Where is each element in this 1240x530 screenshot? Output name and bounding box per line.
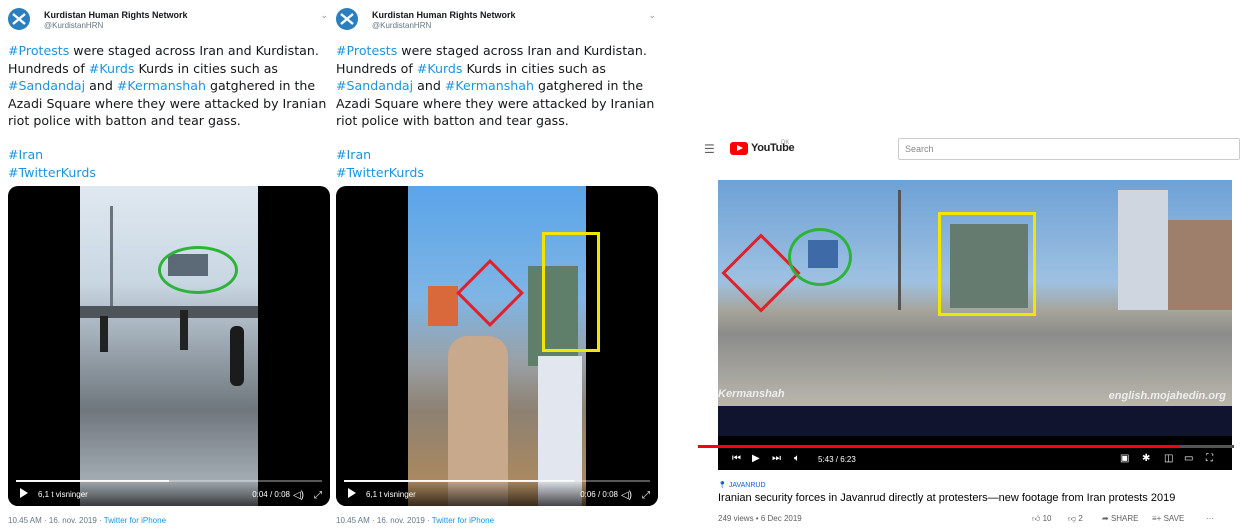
account-avatar[interactable] (336, 8, 358, 30)
dislike-count: 2 (1078, 514, 1083, 523)
volume-icon[interactable]: 🔈︎ (794, 453, 800, 464)
tweet-text-segment: Kurds in cities such as (134, 60, 278, 76)
tweet-card-2: Kurdistan Human Rights Network @Kurdista… (332, 0, 662, 530)
account-avatar[interactable] (8, 8, 30, 30)
fullscreen-icon[interactable]: ⛶ (1206, 453, 1213, 464)
youtube-video-player[interactable] (718, 180, 1232, 470)
video-meta: 249 views • 6 Dec 2019 (718, 514, 802, 523)
video-views: 6,1 t visninger (38, 490, 88, 499)
video-player[interactable]: 6,1 t visninger 0:06 / 0:08 ◁) ⤢ (336, 186, 658, 506)
volume-icon[interactable]: ◁) (293, 490, 304, 501)
youtube-top-bar: ☰ YouTube DK Search (692, 138, 1240, 160)
caption-band (718, 406, 1232, 436)
captions-icon[interactable]: ▣ (1120, 453, 1129, 464)
hashtag-link[interactable]: #Kermanshah (117, 78, 206, 93)
dislike-button[interactable]: 👎︎ 2 (1068, 514, 1083, 524)
share-icon: ➦ (1102, 514, 1109, 523)
tweet-text: #Protests were staged across Iran and Ku… (8, 42, 338, 130)
tweet-timestamp[interactable]: 10.45 AM · 16. nov. 2019 · (8, 516, 104, 525)
share-button[interactable]: ➦ SHARE (1102, 514, 1139, 523)
search-input[interactable]: Search (898, 138, 1240, 160)
hashtag-link[interactable]: #Protests (336, 43, 397, 58)
previous-icon[interactable]: ⏮ (732, 453, 741, 464)
like-count: 10 (1042, 514, 1052, 523)
like-button[interactable]: 👍︎ 10 (1032, 514, 1052, 524)
share-label: SHARE (1110, 514, 1139, 523)
menu-icon[interactable]: ☰ (704, 142, 715, 156)
tweet-timestamp[interactable]: 10.45 AM · 16. nov. 2019 · (336, 516, 432, 525)
tweet-hashtags: #Iran #TwitterKurds (8, 146, 96, 181)
tweet-header: Kurdistan Human Rights Network @Kurdista… (336, 6, 662, 36)
video-time: 5:43 / 6:23 (818, 455, 856, 464)
youtube-page: ☰ YouTube DK Search Kermanshah english.m… (692, 0, 1240, 530)
youtube-progress-bar[interactable] (698, 445, 1234, 448)
play-icon[interactable]: ▶ (752, 453, 760, 464)
volume-icon[interactable]: ◁) (621, 490, 632, 501)
hashtag-link[interactable]: #Iran (336, 146, 424, 164)
thumbs-up-icon: 👍︎ (1032, 514, 1041, 523)
tweet-footer: 10.45 AM · 16. nov. 2019 · Twitter for i… (8, 516, 166, 525)
save-icon: ≡+ (1152, 514, 1162, 523)
account-name[interactable]: Kurdistan Human Rights Network (372, 10, 516, 20)
youtube-logo-icon[interactable] (730, 142, 748, 155)
video-time: 0:04 / 0:08 (252, 490, 290, 499)
tweet-text-segment: and (413, 78, 445, 93)
annotation-yellow-rectangle (938, 212, 1036, 316)
chevron-down-icon[interactable]: ⌄ (320, 10, 328, 21)
overlay-source-label: english.mojahedin.org (1108, 390, 1226, 402)
search-placeholder: Search (905, 144, 934, 154)
more-icon[interactable]: ··· (1206, 514, 1214, 523)
hashtag-link[interactable]: #Sandandaj (8, 78, 85, 93)
thumbs-down-icon: 👎︎ (1068, 514, 1077, 523)
channel-label[interactable]: JAVANRUD (729, 482, 766, 489)
account-handle[interactable]: @KurdistanHRN (372, 21, 431, 30)
next-icon[interactable]: ⏭ (772, 453, 781, 464)
theater-icon[interactable]: ▭ (1184, 453, 1193, 464)
hashtag-link[interactable]: #Sandandaj (336, 78, 413, 93)
play-icon[interactable] (348, 488, 356, 498)
hashtag-link[interactable]: #TwitterKurds (336, 164, 424, 182)
tweet-text-segment: and (85, 78, 117, 93)
video-title: Iranian security forces in Javanrud dire… (718, 492, 1176, 504)
settings-icon[interactable]: ✱ (1142, 453, 1150, 464)
video-time: 0:06 / 0:08 (580, 490, 618, 499)
miniplayer-icon[interactable]: ◫ (1164, 453, 1173, 464)
play-icon[interactable] (20, 488, 28, 498)
expand-icon[interactable]: ⤢ (314, 490, 322, 501)
save-label: SAVE (1163, 514, 1185, 523)
hashtag-link[interactable]: #Protests (8, 43, 69, 58)
overlay-location-label: Kermanshah (718, 388, 785, 400)
video-frame (80, 186, 258, 506)
location-icon: 📍︎ (718, 482, 727, 489)
tweet-source[interactable]: Twitter for iPhone (104, 516, 166, 525)
hashtag-link[interactable]: #Kurds (89, 61, 135, 76)
save-button[interactable]: ≡+ SAVE (1152, 514, 1184, 523)
video-views: 6,1 t visninger (366, 490, 416, 499)
tweet-text: #Protests were staged across Iran and Ku… (336, 42, 666, 130)
hashtag-link[interactable]: #Kurds (417, 61, 463, 76)
tweet-hashtags: #Iran #TwitterKurds (336, 146, 424, 181)
expand-icon[interactable]: ⤢ (642, 490, 650, 501)
tweet-card-1: Kurdistan Human Rights Network @Kurdista… (4, 0, 334, 530)
tweet-footer: 10.45 AM · 16. nov. 2019 · Twitter for i… (336, 516, 494, 525)
region-code: DK (781, 140, 790, 146)
tweet-text-segment: Kurds in cities such as (462, 60, 606, 76)
account-handle[interactable]: @KurdistanHRN (44, 21, 103, 30)
youtube-controls: ⏮ ▶ ⏭ 🔈︎ 5:43 / 6:23 ▣ ✱ ◫ ▭ ⛶ (718, 450, 1232, 470)
annotation-yellow-rectangle (542, 232, 600, 352)
annotation-green-ellipse (158, 246, 238, 294)
tweet-header: Kurdistan Human Rights Network @Kurdista… (8, 6, 334, 36)
channel-name[interactable]: 📍︎ JAVANRUD (718, 481, 766, 489)
account-name[interactable]: Kurdistan Human Rights Network (44, 10, 188, 20)
video-player[interactable]: 6,1 t visninger 0:04 / 0:08 ◁) ⤢ (8, 186, 330, 506)
tweet-source[interactable]: Twitter for iPhone (432, 516, 494, 525)
hashtag-link[interactable]: #TwitterKurds (8, 164, 96, 182)
chevron-down-icon[interactable]: ⌄ (648, 10, 656, 21)
annotation-green-ellipse (788, 228, 852, 286)
hashtag-link[interactable]: #Kermanshah (445, 78, 534, 93)
hashtag-link[interactable]: #Iran (8, 146, 96, 164)
